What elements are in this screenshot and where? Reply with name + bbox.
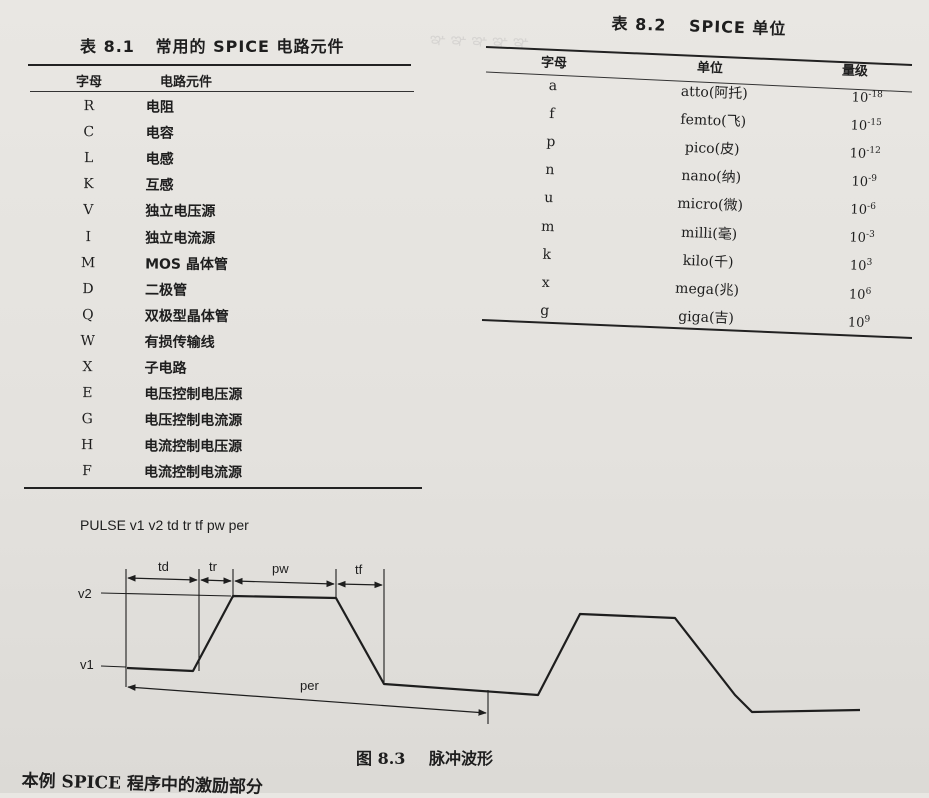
label-td: td xyxy=(158,559,169,574)
pulse-waveform-figure: td tr pw tf per v2 v1 xyxy=(78,559,861,724)
label-v2: v2 xyxy=(78,586,92,601)
figure-caption-number: 图 8.3 xyxy=(356,749,406,768)
guide-lines xyxy=(100,569,489,724)
figure-caption: 图 8.3 脉冲波形 xyxy=(356,745,493,769)
label-v1: v1 xyxy=(80,657,94,672)
label-tr: tr xyxy=(209,559,218,574)
label-per: per xyxy=(300,678,319,693)
figure-caption-title: 脉冲波形 xyxy=(429,749,494,768)
label-tf: tf xyxy=(355,562,363,577)
label-pw: pw xyxy=(272,561,289,576)
